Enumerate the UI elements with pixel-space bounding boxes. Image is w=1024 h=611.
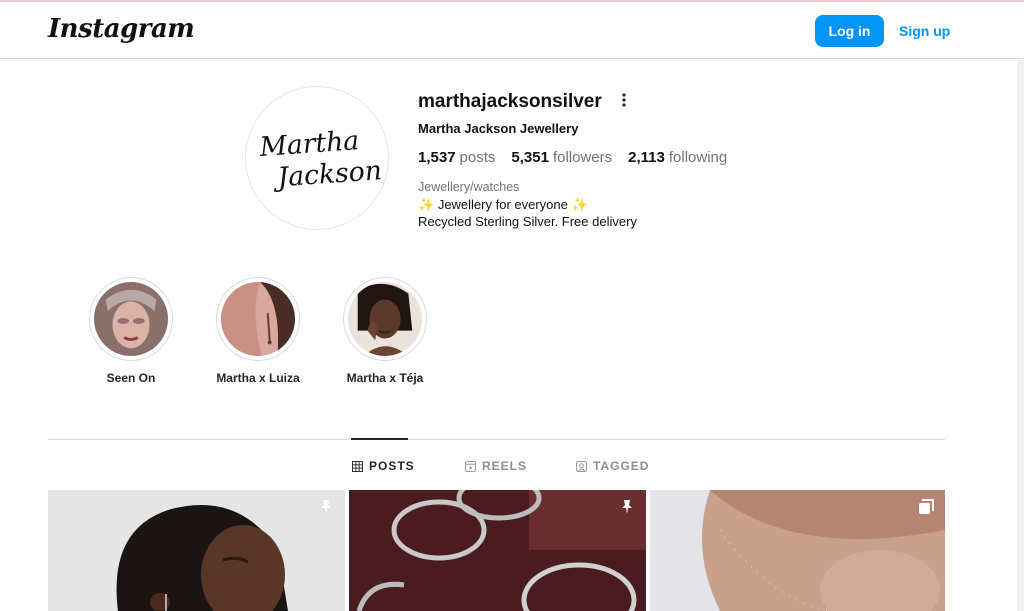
top-nav: Instagram Log in Sign up [0,2,1024,59]
bio-line-1: ✨ Jewellery for everyone ✨ [418,197,588,213]
profile-username: marthajacksonsilver [418,91,602,112]
followers-stat[interactable]: 5,351 followers [511,149,612,166]
tab-posts[interactable]: POSTS [352,459,415,473]
profile-category: Jewellery/watches [418,180,520,194]
tab-posts-label: POSTS [369,459,415,473]
tab-reels[interactable]: REELS [465,459,527,473]
highlight-image [221,282,295,356]
tabs-divider [48,439,945,440]
highlight-ring [343,277,427,361]
highlight-label: Martha x Luiza [216,371,300,385]
highlight-ring [216,277,300,361]
avatar-text-line2: Jackson [272,155,383,194]
instagram-logo[interactable]: Instagram [48,14,195,44]
bio-line-2: Recycled Sterling Silver. Free delivery [418,214,637,229]
tab-tagged[interactable]: TAGGED [576,459,649,473]
grid-icon [352,460,363,472]
followers-count: 5,351 [511,149,549,166]
avatar-logo: Martha Jackson [258,125,383,194]
carousel-icon [919,499,934,514]
following-count: 2,113 [628,149,665,166]
signup-link[interactable]: Sign up [899,23,950,39]
posts-stat: 1,537 posts [418,149,495,166]
pin-icon [622,500,632,514]
tab-reels-label: REELS [482,459,528,473]
post-tile[interactable] [48,490,345,611]
sparkles-icon: ✨ [418,197,435,212]
more-options-icon[interactable] [617,91,631,109]
profile-avatar[interactable]: Martha Jackson [245,86,389,230]
profile-full-name: Martha Jackson Jewellery [418,121,579,136]
post-tile[interactable] [349,490,646,611]
tab-tagged-label: TAGGED [593,459,650,473]
scrollbar[interactable] [1017,60,1024,611]
tagged-icon [576,460,587,472]
highlight-image [94,282,168,356]
post-tile[interactable] [650,490,945,611]
highlight-label: Martha x Téja [346,371,424,385]
highlight-martha-x-luiza[interactable]: Martha x Luiza [216,277,300,385]
active-tab-indicator [351,438,408,440]
bio-text-1: Jewellery for everyone [437,197,568,212]
following-stat[interactable]: 2,113 following [628,149,727,166]
highlight-image [348,282,422,356]
post-image [48,490,345,611]
highlight-martha-x-teja[interactable]: Martha x Téja [343,277,427,385]
posts-label: posts [459,149,496,166]
followers-label: followers [552,149,613,166]
highlight-seen-on[interactable]: Seen On [89,277,173,385]
highlight-label: Seen On [106,371,156,385]
reels-icon [465,460,476,472]
login-button[interactable]: Log in [815,15,884,47]
profile-stats: 1,537 posts 5,351 followers 2,113 following [418,149,727,166]
following-label: following [668,149,728,166]
post-image [650,490,945,611]
highlight-ring [89,277,173,361]
post-image [349,490,646,611]
sparkles-icon: ✨ [571,197,588,212]
pin-icon [321,500,331,514]
posts-count: 1,537 [418,149,456,166]
